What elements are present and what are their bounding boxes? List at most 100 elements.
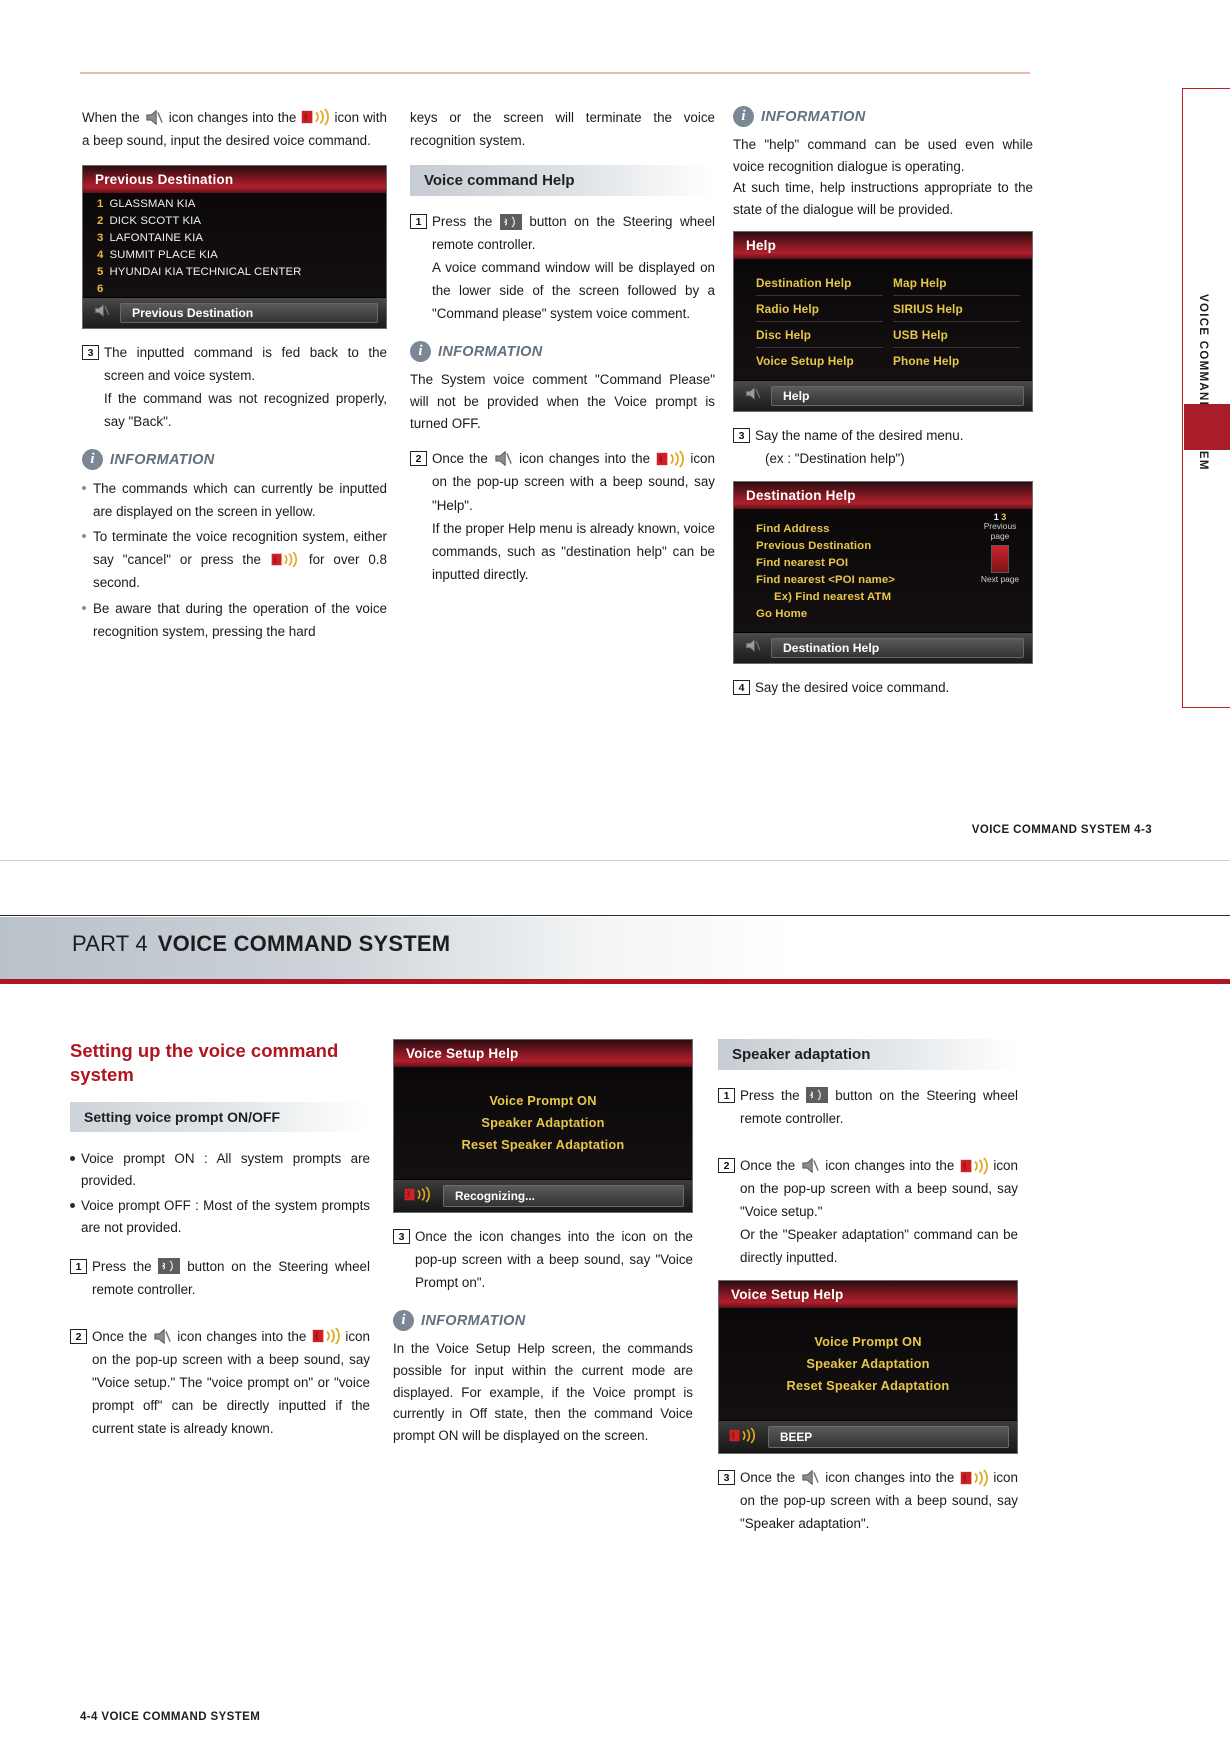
scrollbar-thumb[interactable] <box>991 544 1009 573</box>
screenshot-body: Voice Prompt ON Speaker Adaptation Reset… <box>394 1067 692 1179</box>
menu-item: Go Home <box>756 608 808 621</box>
item-number: 4 <box>97 248 104 261</box>
voice-talk-icon <box>959 1156 989 1175</box>
step-text: Once the icon changes into the icon on t… <box>740 1154 1018 1269</box>
step-number: 2 <box>70 1328 87 1344</box>
list-item: 5 HYUNDAI KIA TECHNICAL CENTER <box>83 263 386 280</box>
information-label: INFORMATION <box>110 451 215 468</box>
page1-column-1: When the icon changes into the icon with… <box>82 106 387 645</box>
step-number: 3 <box>82 345 99 361</box>
step-text: Once the icon changes into the icon on t… <box>415 1229 693 1291</box>
help-menu-item: Destination Help <box>756 270 883 296</box>
list-item: 1 GLASSMAN KIA <box>83 195 386 212</box>
information-heading: i INFORMATION <box>393 1310 693 1332</box>
information-heading: i INFORMATION <box>82 449 387 471</box>
page-top-rule <box>80 72 1030 74</box>
voice-prompt-bullet-list: Voice prompt ON : All system prompts are… <box>70 1148 370 1239</box>
step-text: Say the desired voice command. <box>755 679 950 695</box>
manual-page-4-4: PART 4 VOICE COMMAND SYSTEM Setting up th… <box>0 860 1230 1751</box>
information-text: The System voice comment "Command Please… <box>410 372 715 431</box>
next-page-label[interactable]: Next page <box>974 574 1026 585</box>
step-2: 2 Once the icon changes into the icon on… <box>70 1325 370 1440</box>
item-number: 5 <box>97 265 104 278</box>
part-number: PART 4 <box>72 931 148 956</box>
screenshot-footer-bar: Previous Destination <box>83 297 386 329</box>
step-number: 2 <box>410 451 427 467</box>
information-label: INFORMATION <box>761 108 866 125</box>
screenshot-status-bar: Recognizing... <box>394 1179 692 1212</box>
item-number: 3 <box>97 231 104 244</box>
screenshot-list: 1 GLASSMAN KIA 2 DICK SCOTT KIA 3 LAFONT… <box>83 193 386 298</box>
speaker-icon <box>93 303 111 321</box>
information-heading: i INFORMATION <box>733 106 1033 127</box>
step-text-b: icon changes into the <box>825 1470 955 1486</box>
information-label: INFORMATION <box>438 343 543 360</box>
step-text-a: Press the <box>92 1258 152 1274</box>
step-text: Press the button on the Steering wheel r… <box>740 1084 1018 1130</box>
screenshot-status-bar: BEEP <box>719 1420 1017 1454</box>
screenshot-footer-bar: Help <box>734 379 1032 411</box>
voice-talk-icon <box>403 1186 433 1204</box>
step-2: 2 Once the icon changes into the icon on… <box>410 447 715 585</box>
page-footer: VOICE COMMAND SYSTEM 4-3 <box>971 824 1152 836</box>
screenshot-status-label: Recognizing... <box>443 1185 684 1207</box>
step-number: 1 <box>410 214 427 230</box>
information-text: In the Voice Setup Help screen, the comm… <box>393 1341 693 1443</box>
screenshot-title: Destination Help <box>734 481 1032 509</box>
speaker-icon <box>744 386 762 404</box>
section-header-speaker-adaptation: Speaker adaptation <box>718 1039 1018 1070</box>
information-bullet-list: The commands which can currently be inpu… <box>82 477 387 642</box>
voice-talk-icon <box>959 1469 989 1487</box>
list-item: 3 LAFONTAINE KIA <box>83 229 386 246</box>
item-label: DICK SCOTT KIA <box>109 214 202 227</box>
screenshot-footer-label: Help <box>771 385 1024 406</box>
continuation-paragraph: keys or the screen will terminate the vo… <box>410 110 715 149</box>
voice-talk-icon <box>300 108 330 127</box>
previous-page-label[interactable]: Previous page <box>974 521 1026 541</box>
screenshot-title: Voice Setup Help <box>394 1040 692 1067</box>
screenshot-status-label: BEEP <box>768 1426 1009 1449</box>
speaker-icon <box>144 109 165 126</box>
step-3: 3 The inputted command is fed back to th… <box>82 341 387 433</box>
step-text-a: Once the <box>740 1470 796 1486</box>
step-text-a: Press the <box>432 214 493 230</box>
step-number: 3 <box>733 427 750 443</box>
screenshot-title: Help <box>734 231 1032 259</box>
list-item: 4 SUMMIT PLACE KIA <box>83 246 386 263</box>
step-text: Press the button on the Steering wheel r… <box>92 1255 370 1301</box>
item-label: LAFONTAINE KIA <box>109 231 204 244</box>
item-number: 2 <box>97 214 104 227</box>
page2-column-3: Speaker adaptation 1 Press the button on… <box>718 1039 1018 1546</box>
part-header: PART 4 VOICE COMMAND SYSTEM <box>72 931 450 957</box>
info-icon: i <box>410 341 431 363</box>
part-header-red-rule <box>0 979 1230 984</box>
previous-destination-screenshot: Previous Destination 1 GLASSMAN KIA 2 DI… <box>82 165 387 330</box>
step-text: Press the button on the Steering wheel r… <box>432 210 715 325</box>
step-text-a: Once the <box>740 1158 796 1174</box>
command-item: Reset Speaker Adaptation <box>461 1136 625 1152</box>
list-item: 6 <box>83 280 386 297</box>
step-4: 4 Say the desired voice command. <box>733 676 1033 699</box>
step-text-a: Once the <box>432 451 488 467</box>
info-icon: i <box>733 106 754 127</box>
item-label: GLASSMAN KIA <box>109 197 196 210</box>
information-label: INFORMATION <box>421 1312 526 1329</box>
help-screenshot: Help Destination Help Map Help Radio Hel… <box>733 230 1033 412</box>
step-text: Once the icon changes into the icon on t… <box>92 1325 370 1440</box>
item-number: 6 <box>97 282 104 295</box>
command-item: Reset Speaker Adaptation <box>786 1377 950 1393</box>
item-label: HYUNDAI KIA TECHNICAL CENTER <box>109 265 302 278</box>
list-item: The commands which can currently be inpu… <box>82 477 387 523</box>
step-text-line1: Say the name of the desired menu. <box>755 427 964 443</box>
help-menu-item: Map Help <box>893 270 1020 296</box>
command-item: Speaker Adaptation <box>806 1355 930 1371</box>
voice-talk-icon <box>270 551 300 569</box>
step-number: 2 <box>718 1158 735 1174</box>
speaker-icon <box>493 450 514 467</box>
step-text-d: Or the "Speaker adaptation" command can … <box>740 1227 1018 1266</box>
intro-text-b: icon changes into the <box>168 110 297 125</box>
step-text-a: Once the <box>92 1328 148 1344</box>
step-text: Once the icon changes into the icon on t… <box>740 1466 1018 1535</box>
